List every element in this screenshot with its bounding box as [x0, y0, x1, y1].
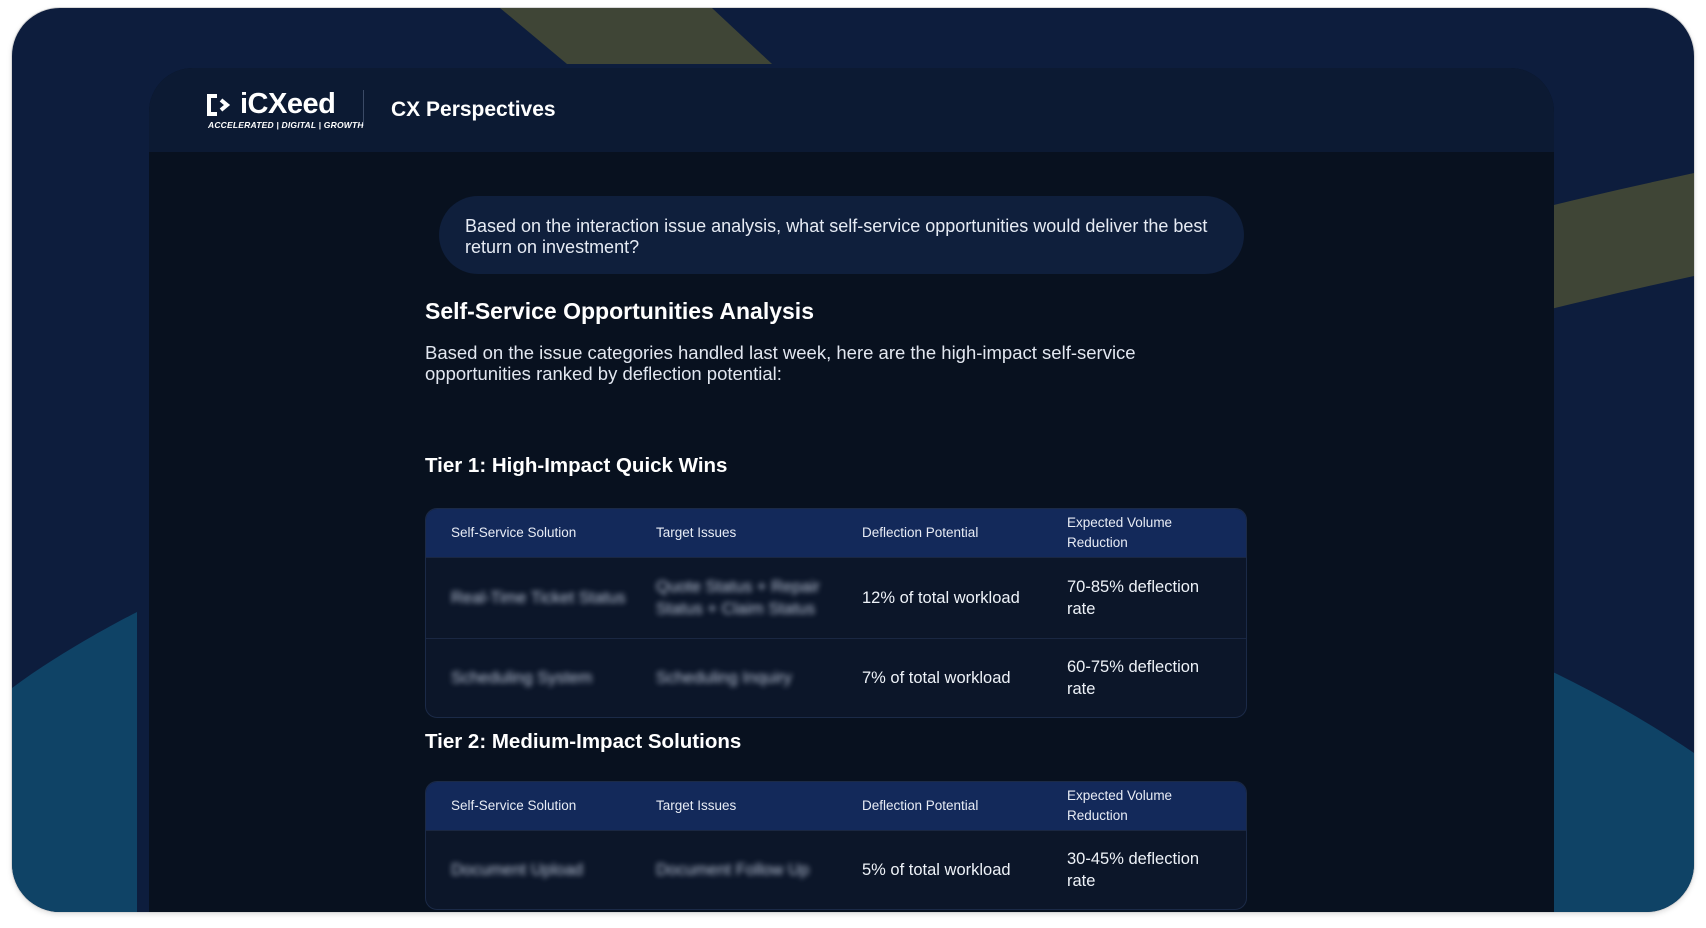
column-header-solution: Self-Service Solution — [451, 798, 577, 813]
column-header-deflection: Deflection Potential — [862, 798, 979, 813]
cell-deflection: 5% of total workload — [862, 861, 1011, 879]
cell-reduction: 60-75% deflection rate — [1067, 658, 1200, 698]
logo-wordmark: iCXeed — [240, 88, 336, 120]
table-row: Document Upload Document Follow Up 5% of… — [426, 830, 1246, 909]
tier1-heading: Tier 1: High-Impact Quick Wins — [425, 454, 728, 477]
header-divider — [363, 90, 364, 126]
app-header: iCXeed ACCELERATED | DIGITAL | GROWTH CX… — [149, 68, 1554, 152]
table-header: Self-Service Solution Target Issues Defl… — [426, 782, 1246, 830]
column-header-reduction: Expected Volume Reduction — [1067, 515, 1173, 550]
answer-heading: Self-Service Opportunities Analysis — [425, 298, 814, 324]
cell-solution: Document Upload — [451, 861, 584, 879]
column-header-deflection: Deflection Potential — [862, 525, 979, 540]
table-header: Self-Service Solution Target Issues Defl… — [426, 509, 1246, 557]
table-row: Real-Time Ticket Status Quote Status + R… — [426, 557, 1246, 638]
column-header-issues: Target Issues — [656, 525, 737, 540]
logo-tagline: ACCELERATED | DIGITAL | GROWTH — [208, 120, 364, 130]
user-question-bubble: Based on the interaction issue analysis,… — [439, 196, 1244, 274]
logo[interactable]: iCXeed ACCELERATED | DIGITAL | GROWTH — [206, 88, 364, 132]
app-window: iCXeed ACCELERATED | DIGITAL | GROWTH CX… — [149, 68, 1554, 912]
cell-issues: Quote Status + Repair Status + Claim Sta… — [656, 578, 820, 618]
cell-solution: Real-Time Ticket Status — [451, 589, 626, 607]
window-frame: iCXeed ACCELERATED | DIGITAL | GROWTH CX… — [12, 8, 1694, 912]
tier1-table: Self-Service Solution Target Issues Defl… — [425, 508, 1247, 718]
column-header-solution: Self-Service Solution — [451, 525, 577, 540]
olive-band-top — [500, 8, 772, 64]
app-title: CX Perspectives — [391, 98, 556, 121]
cell-issues: Scheduling Inquiry — [656, 669, 792, 687]
cell-deflection: 7% of total workload — [862, 669, 1011, 687]
tier2-table: Self-Service Solution Target Issues Defl… — [425, 781, 1247, 910]
cell-reduction: 30-45% deflection rate — [1067, 850, 1200, 890]
column-header-reduction: Expected Volume Reduction — [1067, 788, 1173, 823]
cell-reduction: 70-85% deflection rate — [1067, 578, 1200, 618]
cell-deflection: 12% of total workload — [862, 589, 1020, 607]
column-header-issues: Target Issues — [656, 798, 737, 813]
teal-band-left — [12, 612, 137, 912]
table-row: Scheduling System Scheduling Inquiry 7% … — [426, 638, 1246, 717]
cell-solution: Scheduling System — [451, 669, 593, 687]
tier2-heading: Tier 2: Medium-Impact Solutions — [425, 730, 742, 753]
cell-issues: Document Follow Up — [656, 861, 810, 879]
icxeed-mark-icon — [207, 94, 231, 116]
answer-intro: Based on the issue categories handled la… — [425, 342, 1136, 384]
